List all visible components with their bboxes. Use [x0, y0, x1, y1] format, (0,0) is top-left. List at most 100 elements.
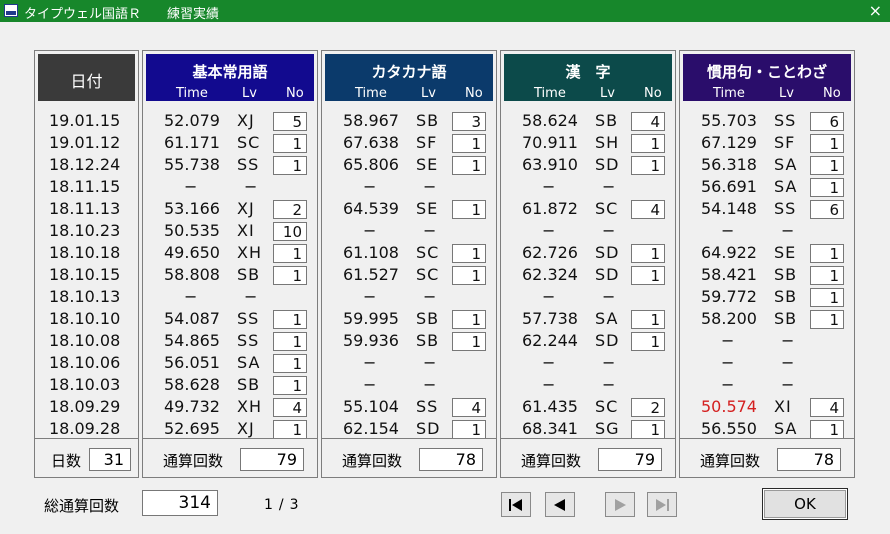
column-header-lv: Lv — [242, 86, 257, 101]
record-level: SD — [595, 265, 620, 284]
column-header-lv: Lv — [779, 86, 794, 101]
record-count: 1 — [631, 244, 665, 263]
record-count: 1 — [631, 266, 665, 285]
record-time: − — [363, 375, 377, 394]
record-count: 1 — [273, 420, 307, 439]
category-panel: カタカナ語 Time Lv No 58.967 SB 3 67.638 SF 1 65.806 SE 1… — [321, 50, 497, 478]
record-time: 62.244 — [522, 331, 578, 350]
record-count: 1 — [810, 420, 844, 439]
record-time: 55.104 — [343, 397, 399, 416]
panel-separator — [501, 438, 675, 439]
record-count: 6 — [810, 112, 844, 131]
category-title: 漢 字 — [565, 63, 611, 81]
total-count-label: 通算回数 — [700, 452, 761, 470]
page-indicator: 1/3 — [264, 497, 305, 513]
record-row: 59.772 SB 1 — [680, 286, 854, 308]
record-time: 68.341 — [522, 419, 578, 438]
grand-total-value: 314 — [142, 490, 218, 516]
record-time: 57.738 — [522, 309, 578, 328]
next-page-button[interactable] — [605, 492, 635, 517]
column-header-time: Time — [355, 86, 387, 101]
record-row: 67.129 SF 1 — [680, 132, 854, 154]
record-row: 61.435 SC 2 — [501, 396, 675, 418]
category-title: カタカナ語 — [371, 63, 447, 81]
record-level: SC — [416, 243, 440, 262]
category-header: 漢 字 Time Lv No — [504, 54, 672, 101]
column-header-no: No — [465, 86, 483, 101]
record-time: 54.865 — [164, 331, 220, 350]
total-count-label: 通算回数 — [342, 452, 403, 470]
record-time: 61.872 — [522, 199, 578, 218]
record-row: 55.104 SS 4 — [322, 396, 496, 418]
column-header-no: No — [823, 86, 841, 101]
record-row: 59.995 SB 1 — [322, 308, 496, 330]
record-time: 55.703 — [701, 111, 757, 130]
record-time: − — [542, 375, 556, 394]
ok-button[interactable]: OK — [762, 488, 848, 520]
record-level: SB — [595, 111, 619, 130]
record-count: 1 — [452, 310, 486, 329]
record-level: − — [423, 221, 438, 240]
record-row: 61.171 SC 1 — [143, 132, 317, 154]
close-button[interactable]: × — [869, 1, 882, 20]
record-level: XH — [237, 243, 262, 262]
record-row: 58.624 SB 4 — [501, 110, 675, 132]
record-time: 52.695 — [164, 419, 220, 438]
record-level: SB — [416, 331, 440, 350]
first-page-button[interactable] — [501, 492, 531, 517]
record-row: 62.244 SD 1 — [501, 330, 675, 352]
record-level: SB — [416, 111, 440, 130]
record-row: 56.318 SA 1 — [680, 154, 854, 176]
record-count: 1 — [452, 156, 486, 175]
record-level: XJ — [237, 199, 255, 218]
record-row: 49.732 XH 4 — [143, 396, 317, 418]
record-count: 1 — [273, 156, 307, 175]
date-panel: 日付 19.01.15 19.01.12 18.12.24 18.11.15 18.11… — [34, 50, 139, 478]
record-time: 54.148 — [701, 199, 757, 218]
record-count: 1 — [810, 266, 844, 285]
record-level: SB — [774, 309, 798, 328]
record-row: − − — [501, 286, 675, 308]
last-page-button[interactable] — [647, 492, 677, 517]
record-count: 1 — [273, 376, 307, 395]
panel-separator — [322, 438, 496, 439]
column-header-no: No — [286, 86, 304, 101]
record-time: 59.995 — [343, 309, 399, 328]
record-level: SE — [416, 155, 439, 174]
record-time: 59.772 — [701, 287, 757, 306]
date-row: 18.11.13 — [49, 199, 121, 218]
record-level: XH — [237, 397, 262, 416]
date-row: 18.10.03 — [49, 375, 121, 394]
record-level: − — [423, 287, 438, 306]
record-time: − — [542, 221, 556, 240]
title-bar: タイプウェル国語Ｒ 練習実績 × — [0, 0, 890, 22]
record-row: − − — [680, 374, 854, 396]
record-count: 1 — [273, 244, 307, 263]
record-time: 50.574 — [701, 397, 757, 416]
record-row: 53.166 XJ 2 — [143, 198, 317, 220]
record-time: 61.171 — [164, 133, 220, 152]
total-count-label: 通算回数 — [163, 452, 224, 470]
record-row: − − — [322, 176, 496, 198]
record-row: 62.324 SD 1 — [501, 264, 675, 286]
date-header-title: 日付 — [70, 72, 103, 91]
record-row: 57.738 SA 1 — [501, 308, 675, 330]
record-level: SH — [595, 133, 620, 152]
record-count: 1 — [273, 134, 307, 153]
record-time: 56.051 — [164, 353, 220, 372]
record-count: 1 — [631, 134, 665, 153]
record-time: 64.539 — [343, 199, 399, 218]
record-time: − — [363, 177, 377, 196]
record-level: SB — [774, 287, 798, 306]
record-level: SA — [595, 309, 619, 328]
record-count: 5 — [273, 112, 307, 131]
date-row: 18.10.08 — [49, 331, 121, 350]
prev-page-button[interactable] — [545, 492, 575, 517]
record-level: SC — [595, 199, 619, 218]
record-time: 58.967 — [343, 111, 399, 130]
date-row: 18.10.15 — [49, 265, 121, 284]
record-row: 62.726 SD 1 — [501, 242, 675, 264]
record-time: − — [721, 353, 735, 372]
record-time: − — [721, 221, 735, 240]
window-title: タイプウェル国語Ｒ 練習実績 — [24, 7, 220, 22]
